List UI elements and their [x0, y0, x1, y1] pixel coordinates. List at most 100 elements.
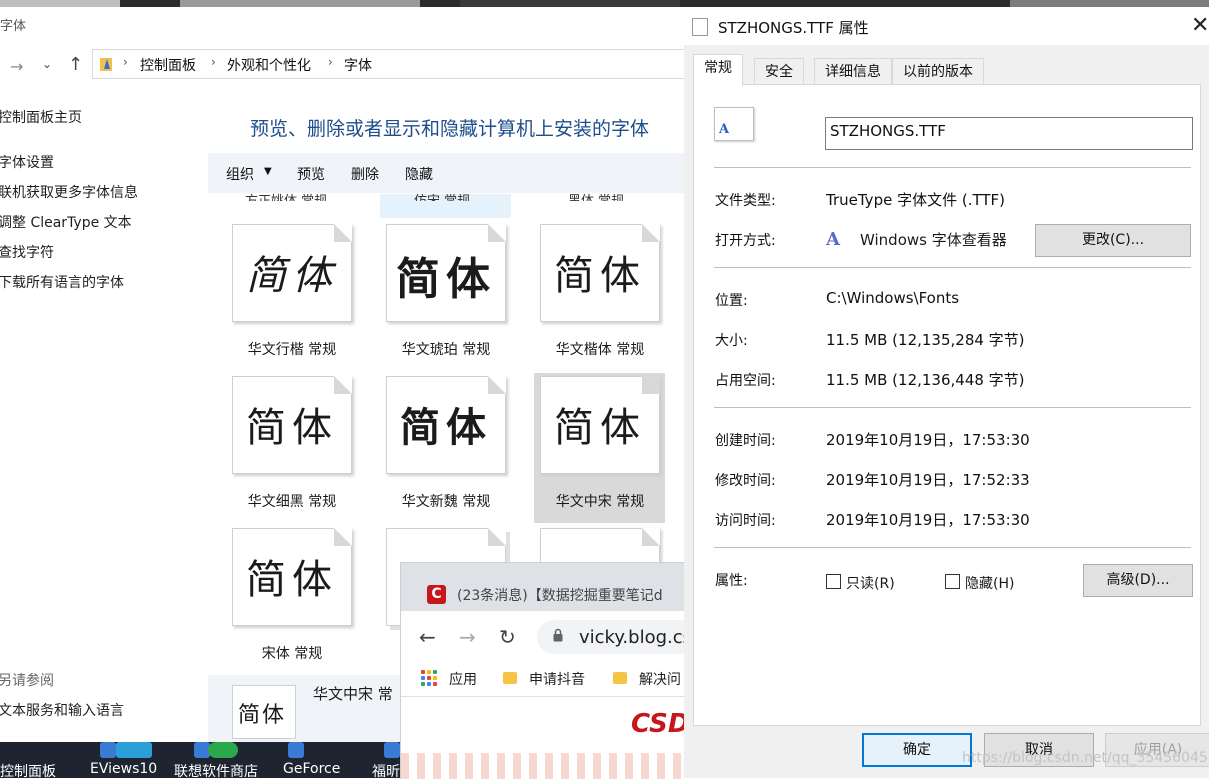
background-window-strip [0, 0, 1209, 7]
wechat-icon [208, 742, 238, 758]
sidebar-see-also-heading: 另请参阅 [0, 673, 54, 689]
created-value: 2019年10月19日，17:53:30 [826, 431, 1030, 449]
browser-window: C (23条消息)【数据挖掘重要笔记d ← → ↻ vicky.blog.cs … [400, 562, 685, 779]
foxit-icon [384, 742, 400, 758]
change-button[interactable]: 更改(C)... [1035, 224, 1191, 257]
taskbar-item-geforce[interactable]: GeForce [283, 761, 340, 777]
font-tile-label[interactable]: 仿宋 常规 [414, 189, 470, 201]
tab-security[interactable]: 安全 [754, 58, 804, 85]
font-sample-glyph: 简体 [246, 405, 338, 451]
delete-button[interactable]: 删除 [351, 164, 379, 184]
divider [714, 407, 1191, 408]
font-tile-label[interactable]: 方正姚体 常规 [245, 189, 327, 201]
readonly-checkbox[interactable] [826, 574, 841, 589]
reload-icon[interactable]: ↻ [499, 625, 516, 649]
preview-button[interactable]: 预览 [297, 164, 325, 184]
breadcrumb-fonts[interactable]: 字体 [344, 55, 372, 75]
url-bar[interactable]: vicky.blog.cs [537, 620, 685, 654]
url-text: vicky.blog.cs [579, 627, 685, 648]
lock-icon [553, 628, 563, 642]
organize-dropdown-icon[interactable]: ▼ [264, 166, 272, 177]
breadcrumb-control-panel[interactable]: 控制面板 [140, 55, 196, 75]
sidebar-link-download-fonts[interactable]: 下载所有语言的字体 [0, 272, 124, 292]
file-type-label: 文件类型: [715, 193, 776, 209]
breadcrumb-separator-icon: › [123, 55, 128, 69]
font-tile-label[interactable]: 华文中宋 常规 [523, 491, 677, 511]
csdn-watermark: https://blog.csdn.net/qq_35456045 [962, 750, 1208, 766]
bookmark-folder[interactable]: 解决问 [639, 669, 681, 689]
geforce-icon [288, 742, 304, 758]
open-with-label: 打开方式: [715, 233, 776, 249]
font-tile-label[interactable]: 华文行楷 常规 [215, 339, 369, 359]
font-tile-label[interactable]: 华文楷体 常规 [523, 339, 677, 359]
sidebar-link-find-character[interactable]: 查找字符 [0, 242, 54, 262]
taskbar-item-control-panel[interactable]: 控制面板 [0, 761, 56, 781]
up-arrow-icon[interactable]: ↑ [68, 54, 83, 75]
tab-general[interactable]: 常规 [693, 54, 743, 86]
bookmark-folder[interactable]: 申请抖音 [529, 669, 585, 689]
breadcrumb-appearance[interactable]: 外观和个性化 [227, 55, 311, 75]
sidebar-link-text-services[interactable]: 文本服务和输入语言 [0, 700, 124, 720]
location-value: C:\Windows\Fonts [826, 289, 960, 307]
font-tile-label[interactable]: 华文细黑 常规 [215, 491, 369, 511]
sidebar-link-font-settings[interactable]: 字体设置 [0, 152, 54, 172]
ok-button[interactable]: 确定 [862, 733, 972, 767]
sidebar-link-control-panel-home[interactable]: 控制面板主页 [0, 107, 82, 127]
font-tile-label[interactable]: 宋体 常规 [215, 643, 369, 663]
font-tile-thumbnail[interactable]: 简体 [386, 376, 506, 474]
hide-button[interactable]: 隐藏 [405, 164, 433, 184]
font-tile-thumbnail[interactable]: 简体 [540, 224, 660, 322]
bookmark-apps[interactable]: 应用 [449, 669, 477, 689]
apps-grid-icon[interactable] [421, 670, 437, 686]
sidebar-link-cleartype[interactable]: 调整 ClearType 文本 [0, 212, 132, 232]
sidebar-link-online-fonts[interactable]: 联机获取更多字体信息 [0, 182, 138, 202]
folder-icon [503, 672, 517, 684]
taskbar-item-foxit[interactable]: 福昕 [372, 761, 400, 781]
tab-details[interactable]: 详细信息 [814, 58, 892, 85]
open-with-value: Windows 字体查看器 [860, 231, 1007, 249]
organize-button[interactable]: 组织 [226, 164, 254, 184]
browser-tab-title[interactable]: (23条消息)【数据挖掘重要笔记d [457, 585, 685, 605]
font-tile-thumbnail-selected[interactable]: 简体 [540, 376, 660, 474]
divider [714, 167, 1191, 168]
properties-dialog: STZHONGS.TTF 属性 ✕ 常规 安全 详细信息 以前的版本 A STZ… [684, 7, 1209, 778]
hidden-checkbox[interactable] [945, 574, 960, 589]
font-tile-label[interactable]: 华文琥珀 常规 [369, 339, 523, 359]
readonly-checkbox-label[interactable]: 只读(R) [846, 573, 895, 593]
csdn-favicon-icon: C [427, 585, 446, 604]
taskbar: 控制面板 EViews10 联想软件商店 GeForce 福昕 [0, 742, 400, 781]
font-tile-label[interactable]: 黑体 常规 [568, 189, 624, 201]
font-tile-thumbnail[interactable]: 简体 [232, 528, 352, 626]
font-tile-thumbnail[interactable]: 简体 [232, 224, 352, 322]
back-arrow-icon[interactable]: ← [419, 625, 436, 649]
recent-locations-chevron-icon[interactable]: ⌄ [42, 57, 52, 71]
font-sample-glyph: 简体 [246, 557, 338, 603]
font-sample-glyph: 简体 [554, 253, 646, 299]
font-tile-thumbnail[interactable]: 简体 [232, 376, 352, 474]
attributes-label: 属性: [715, 573, 748, 589]
file-name-field[interactable]: STZHONGS.TTF [825, 117, 1193, 150]
font-tile-label[interactable]: 华文新魏 常规 [369, 491, 523, 511]
file-type-value: TrueType 字体文件 (.TTF) [826, 191, 1006, 209]
taskbar-item-eviews[interactable]: EViews10 [90, 761, 157, 777]
details-font-glyph: 简体 [238, 703, 287, 728]
divider [714, 547, 1191, 548]
font-sample-glyph: 简体 [396, 254, 496, 305]
advanced-button[interactable]: 高级(D)... [1083, 564, 1193, 597]
dialog-title-bar: STZHONGS.TTF 属性 ✕ [684, 7, 1209, 45]
forward-arrow-icon[interactable]: → [459, 625, 476, 649]
tab-previous-versions[interactable]: 以前的版本 [892, 58, 984, 85]
browser-tab-bar: C (23条消息)【数据挖掘重要笔记d [401, 563, 685, 611]
hidden-checkbox-label[interactable]: 隐藏(H) [965, 573, 1014, 593]
breadcrumb-separator-icon: › [211, 55, 216, 69]
address-bar[interactable]: › 控制面板 › 外观和个性化 › 字体 [92, 49, 694, 79]
control-panel-icon [100, 58, 112, 71]
font-tile-thumbnail[interactable]: 简体 [386, 224, 506, 322]
page-banner-pattern [401, 753, 685, 779]
close-icon[interactable]: ✕ [1191, 13, 1209, 38]
size-value: 11.5 MB (12,135,284 字节) [826, 331, 1025, 349]
csdn-logo[interactable]: CSD [631, 709, 685, 739]
forward-arrow-icon[interactable]: → [10, 57, 23, 76]
location-label: 位置: [715, 293, 748, 309]
taskbar-item-lenovo-store[interactable]: 联想软件商店 [174, 761, 258, 781]
